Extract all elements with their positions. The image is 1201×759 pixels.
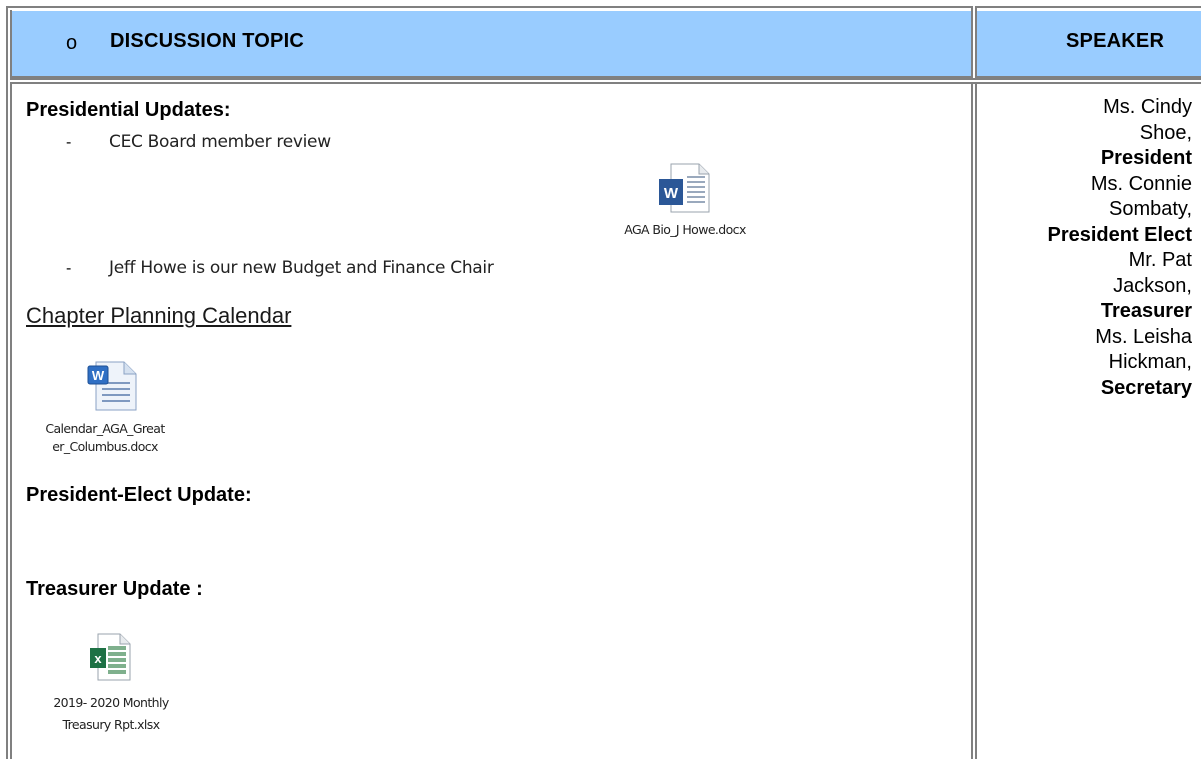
presidential-updates-heading: Presidential Updates: bbox=[26, 99, 231, 121]
word-doc-icon[interactable]: W bbox=[657, 162, 713, 219]
caption-line: er_Columbus.docx bbox=[52, 439, 158, 454]
list-dash: - bbox=[66, 134, 72, 151]
speaker-role: President Elect bbox=[1047, 223, 1192, 246]
row-divider bbox=[10, 78, 1201, 84]
speaker-role: Treasurer bbox=[1100, 300, 1192, 322]
discussion-topic-heading: DISCUSSION TOPIC bbox=[110, 30, 304, 52]
table-border-top bbox=[6, 6, 1201, 8]
table-border-left-inner bbox=[10, 10, 12, 759]
speakers-list: Ms. Cindy Shoe, President Ms. Connie Som… bbox=[980, 95, 1192, 401]
list-item-jeff-howe: Jeff Howe is our new Budget and Finance … bbox=[109, 258, 494, 278]
speaker-name: Ms. Connie bbox=[1090, 172, 1192, 195]
speaker-role: President bbox=[1100, 147, 1192, 169]
speaker-name: Sombaty, bbox=[1109, 198, 1192, 220]
column-divider bbox=[971, 6, 977, 759]
speaker-name: Ms. Cindy bbox=[1103, 96, 1192, 118]
header-bullet: o bbox=[66, 32, 78, 54]
speaker-name: Jackson, bbox=[1113, 274, 1192, 297]
list-dash: - bbox=[66, 260, 72, 277]
chapter-planning-calendar-link[interactable]: Chapter Planning Calendar bbox=[26, 303, 291, 329]
speaker-name: Shoe, bbox=[1139, 121, 1192, 144]
word-doc-icon[interactable]: W bbox=[84, 360, 140, 417]
caption-line: 2019- 2020 Monthly bbox=[53, 695, 169, 710]
speaker-name: Mr. Pat bbox=[1128, 249, 1192, 271]
svg-text:x: x bbox=[94, 651, 102, 666]
attachment-caption[interactable]: 2019- 2020 Monthly Treasury Rpt.xlsx bbox=[16, 692, 206, 736]
svg-text:W: W bbox=[664, 185, 679, 202]
president-elect-update-heading: President-Elect Update: bbox=[26, 484, 252, 506]
table-border-left bbox=[6, 6, 8, 759]
attachment-caption[interactable]: Calendar_AGA_Great er_Columbus.docx bbox=[20, 420, 190, 456]
svg-text:W: W bbox=[92, 368, 105, 383]
speaker-heading: SPEAKER bbox=[1066, 30, 1165, 52]
caption-line: Treasury Rpt.xlsx bbox=[62, 717, 160, 732]
caption-line: Calendar_AGA_Great bbox=[45, 421, 165, 436]
attachment-caption[interactable]: AGA Bio_J Howe.docx bbox=[572, 221, 798, 239]
speaker-name: Ms. Leisha bbox=[1095, 325, 1192, 348]
speaker-role: Secretary bbox=[1100, 376, 1192, 399]
excel-sheet-icon[interactable]: x bbox=[84, 632, 140, 687]
speaker-name: Hickman, bbox=[1108, 351, 1192, 373]
treasurer-update-heading: Treasurer Update : bbox=[26, 578, 203, 600]
list-item-cec-board: CEC Board member review bbox=[109, 132, 331, 152]
